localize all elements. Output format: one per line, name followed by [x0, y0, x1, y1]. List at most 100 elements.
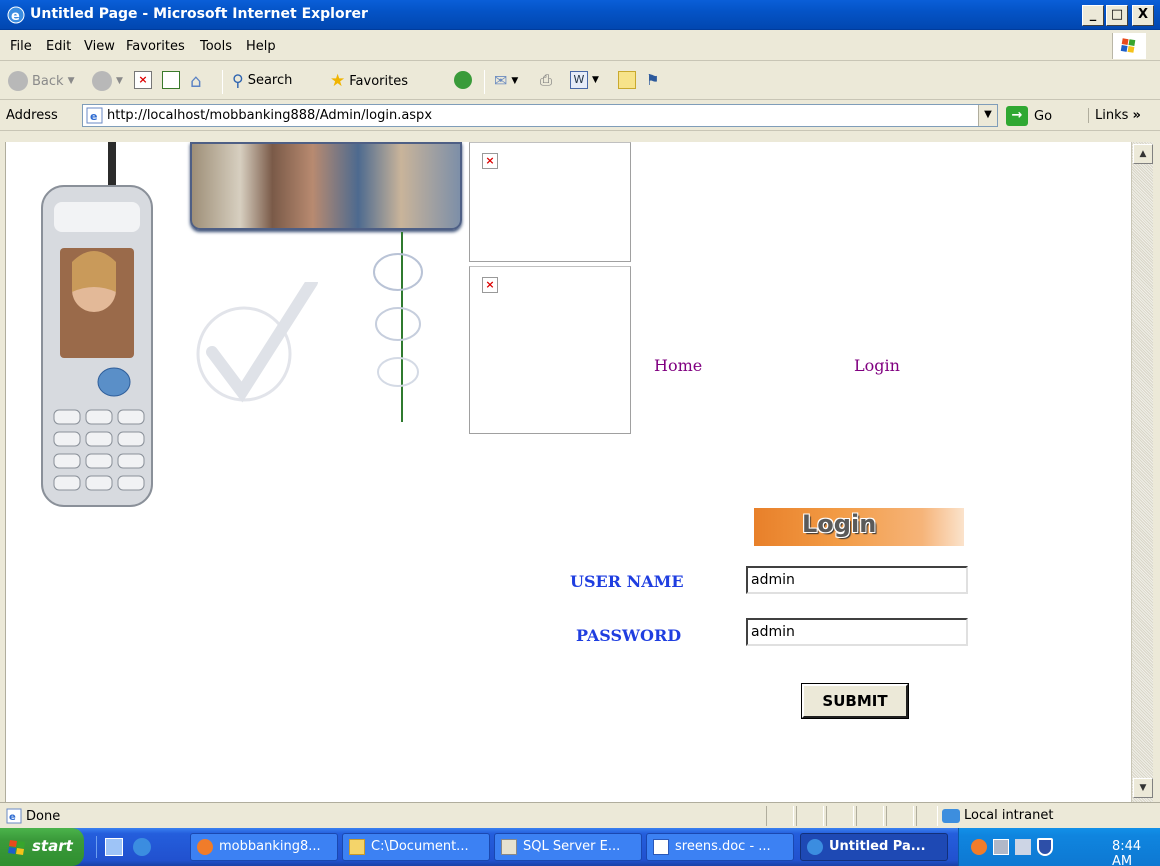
- research-button[interactable]: ⚑: [646, 71, 659, 89]
- close-button[interactable]: X: [1132, 5, 1154, 26]
- network-icon[interactable]: [993, 839, 1009, 855]
- stop-icon: ×: [134, 71, 152, 89]
- search-button[interactable]: ⚲ Search: [232, 71, 292, 90]
- refresh-button[interactable]: [162, 71, 180, 89]
- history-button[interactable]: [454, 71, 472, 89]
- broken-image-icon: ×: [482, 277, 498, 293]
- menu-view[interactable]: View: [84, 39, 115, 54]
- edit-button[interactable]: W ▼: [570, 71, 599, 89]
- window-title: Untitled Page - Microsoft Internet Explo…: [30, 6, 368, 22]
- local-intranet-icon: [942, 808, 960, 823]
- show-desktop-icon[interactable]: [105, 838, 123, 856]
- scroll-up-icon[interactable]: ▲: [1133, 144, 1153, 164]
- rings-graphic: [373, 232, 423, 422]
- image-placeholder: ×: [469, 142, 631, 262]
- svg-text:e: e: [90, 110, 97, 123]
- svg-text:e: e: [11, 9, 20, 24]
- login-banner-text: Login: [802, 510, 877, 538]
- stop-button[interactable]: ×: [134, 71, 152, 89]
- url-text: http://localhost/mobbanking888/Admin/log…: [107, 108, 433, 123]
- refresh-icon: [162, 71, 180, 89]
- back-arrow-icon: [8, 71, 28, 91]
- go-button[interactable]: → Go: [1006, 106, 1052, 126]
- taskbar: start mobbanking8... C:\Document... SQL …: [0, 828, 1160, 866]
- menu-file[interactable]: File: [10, 39, 32, 54]
- checkmark-graphic: [196, 282, 318, 403]
- address-input[interactable]: e http://localhost/mobbanking888/Admin/l…: [82, 104, 998, 127]
- image-placeholder: ×: [469, 266, 631, 434]
- mobile-phone-image: [41, 142, 153, 507]
- vertical-scrollbar[interactable]: ▲ ▼: [1131, 142, 1153, 802]
- favorites-button[interactable]: ★ Favorites: [330, 71, 408, 91]
- title-bar: e Untitled Page - Microsoft Internet Exp…: [0, 0, 1160, 30]
- quick-launch: [96, 836, 182, 858]
- status-text: Done: [26, 809, 61, 824]
- page-done-icon: e: [6, 808, 22, 824]
- links-button[interactable]: Links »: [1088, 108, 1160, 123]
- toolbar-separator: [222, 70, 223, 94]
- internet-explorer-icon[interactable]: [133, 838, 151, 856]
- home-button[interactable]: ⌂: [190, 71, 201, 92]
- taskbar-item[interactable]: sreens.doc - ...: [646, 833, 794, 861]
- svg-text:e: e: [9, 812, 16, 823]
- forward-button[interactable]: ▼: [92, 71, 123, 91]
- status-pane: [856, 806, 884, 826]
- mail-button[interactable]: ✉ ▼: [494, 71, 518, 90]
- chevron-right-icon: »: [1132, 108, 1141, 123]
- search-icon: ⚲: [232, 71, 244, 90]
- password-field[interactable]: [746, 618, 968, 646]
- windows-flag-icon: [8, 840, 25, 855]
- start-button[interactable]: start: [0, 828, 84, 866]
- chevron-down-icon: ▼: [592, 75, 599, 85]
- maximize-button[interactable]: □: [1106, 5, 1128, 26]
- address-bar: Address e http://localhost/mobbanking888…: [0, 101, 1160, 131]
- shield-icon[interactable]: [1037, 838, 1053, 856]
- menu-tools[interactable]: Tools: [200, 39, 232, 54]
- note-icon: [618, 71, 636, 89]
- nav-link-login[interactable]: Login: [854, 356, 900, 375]
- username-field[interactable]: [746, 566, 968, 594]
- toolbar-separator: [484, 70, 485, 94]
- minimize-button[interactable]: _: [1082, 5, 1104, 26]
- office-photo-banner: [190, 142, 462, 230]
- star-icon: ★: [330, 71, 346, 91]
- nav-link-home[interactable]: Home: [654, 356, 702, 375]
- taskbar-item[interactable]: SQL Server E...: [494, 833, 642, 861]
- chevron-down-icon: ▼: [511, 75, 519, 86]
- history-icon: [454, 71, 472, 89]
- tray-app-icon[interactable]: [971, 839, 987, 855]
- print-icon: ⎙: [540, 71, 553, 89]
- broken-image-icon: ×: [482, 153, 498, 169]
- internet-explorer-icon: e: [7, 6, 25, 24]
- right-frame-border: [1153, 142, 1160, 802]
- chevron-down-icon: ▼: [116, 76, 123, 86]
- toolbar: Back ▼ ▼ × ⌂ ⚲ Search ★ Favorites ✉ ▼ ⎙ …: [0, 62, 1160, 100]
- mail-icon: ✉: [494, 71, 508, 90]
- chevron-down-icon: ▼: [67, 76, 75, 86]
- forward-arrow-icon: [92, 71, 112, 91]
- word-document-icon: [653, 839, 669, 855]
- print-button[interactable]: ⎙: [540, 71, 552, 89]
- taskbar-item[interactable]: mobbanking8...: [190, 833, 338, 861]
- menu-help[interactable]: Help: [246, 39, 276, 54]
- page-content: × × Home Login Login USER NAME PASSWORD …: [6, 142, 1131, 802]
- windows-logo-icon: [1112, 33, 1146, 59]
- menu-favorites[interactable]: Favorites: [126, 39, 185, 54]
- status-pane: [766, 806, 794, 826]
- submit-button[interactable]: SUBMIT: [801, 683, 909, 719]
- menu-edit[interactable]: Edit: [46, 39, 71, 54]
- scroll-down-icon[interactable]: ▼: [1133, 778, 1153, 798]
- discuss-button[interactable]: [618, 71, 636, 89]
- research-icon: ⚑: [646, 71, 660, 89]
- back-button[interactable]: Back ▼: [8, 71, 74, 91]
- database-icon: [501, 839, 517, 855]
- password-label: PASSWORD: [576, 626, 682, 645]
- menu-bar: File Edit View Favorites Tools Help: [0, 31, 1160, 61]
- speaker-icon[interactable]: [1015, 839, 1031, 855]
- taskbar-item[interactable]: C:\Document...: [342, 833, 490, 861]
- status-pane: [826, 806, 854, 826]
- taskbar-item-active[interactable]: Untitled Pa...: [800, 833, 948, 861]
- home-icon: ⌂: [190, 71, 202, 92]
- address-dropdown-icon[interactable]: ▼: [978, 105, 997, 126]
- status-pane: [916, 806, 938, 826]
